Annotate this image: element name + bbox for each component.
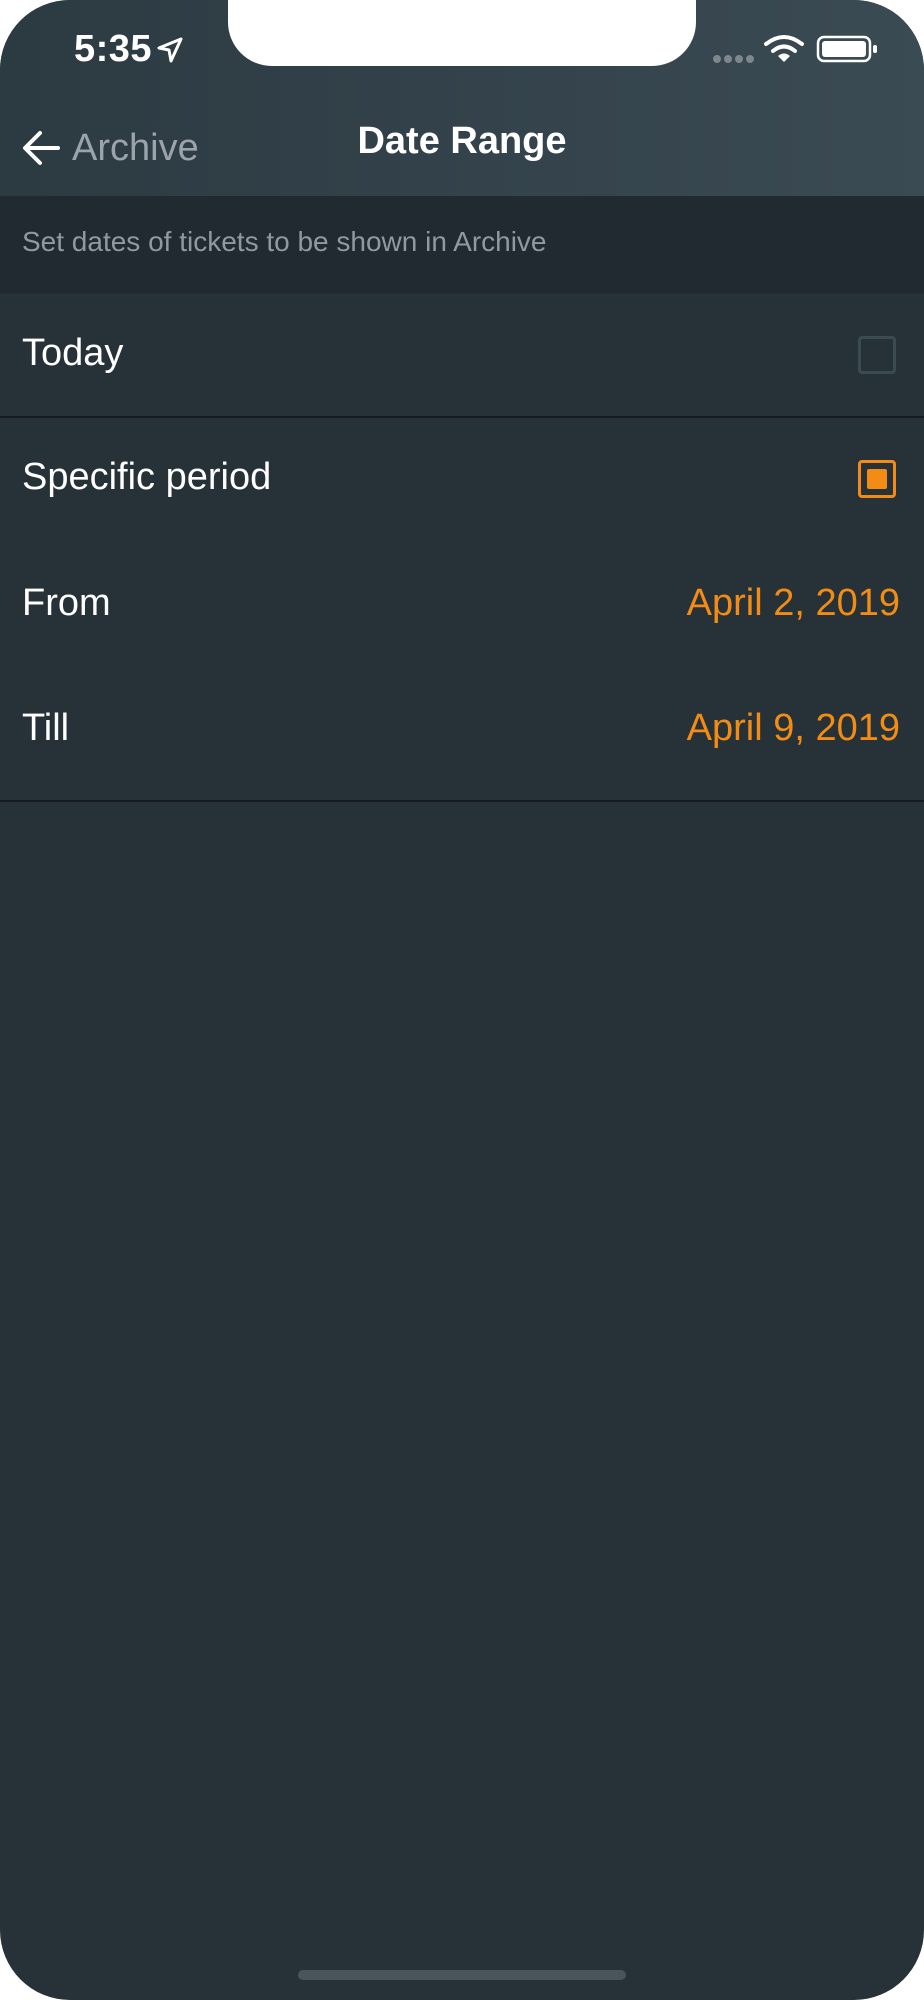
page-title: Date Range — [357, 120, 567, 162]
option-specific-period[interactable]: Specific period — [0, 418, 924, 542]
device-notch — [228, 0, 696, 66]
status-time: 5:35 — [74, 28, 153, 70]
till-label: Till — [22, 707, 70, 749]
description-text: Set dates of tickets to be shown in Arch… — [22, 226, 547, 257]
location-arrow-icon — [157, 37, 183, 63]
navigation-header: 5:35 Archive Date Range — [0, 0, 924, 196]
from-date-row[interactable]: From April 2, 2019 — [0, 544, 924, 668]
cellular-signal-icon — [713, 55, 754, 63]
from-date-value[interactable]: April 2, 2019 — [687, 582, 900, 625]
screen: 5:35 Archive Date Range Set dates of tic… — [0, 0, 924, 2000]
specific-period-checkbox[interactable] — [858, 460, 896, 498]
battery-icon — [816, 35, 877, 63]
option-specific-period-label: Specific period — [22, 456, 272, 498]
option-today-label: Today — [22, 332, 124, 374]
divider — [0, 800, 924, 802]
option-today[interactable]: Today — [0, 294, 924, 418]
from-label: From — [22, 582, 111, 624]
wifi-icon — [764, 35, 804, 62]
home-indicator — [298, 1970, 626, 1980]
till-date-value[interactable]: April 9, 2019 — [687, 707, 900, 750]
section-description: Set dates of tickets to be shown in Arch… — [0, 196, 924, 294]
today-checkbox[interactable] — [858, 336, 896, 374]
till-date-row[interactable]: Till April 9, 2019 — [0, 669, 924, 793]
